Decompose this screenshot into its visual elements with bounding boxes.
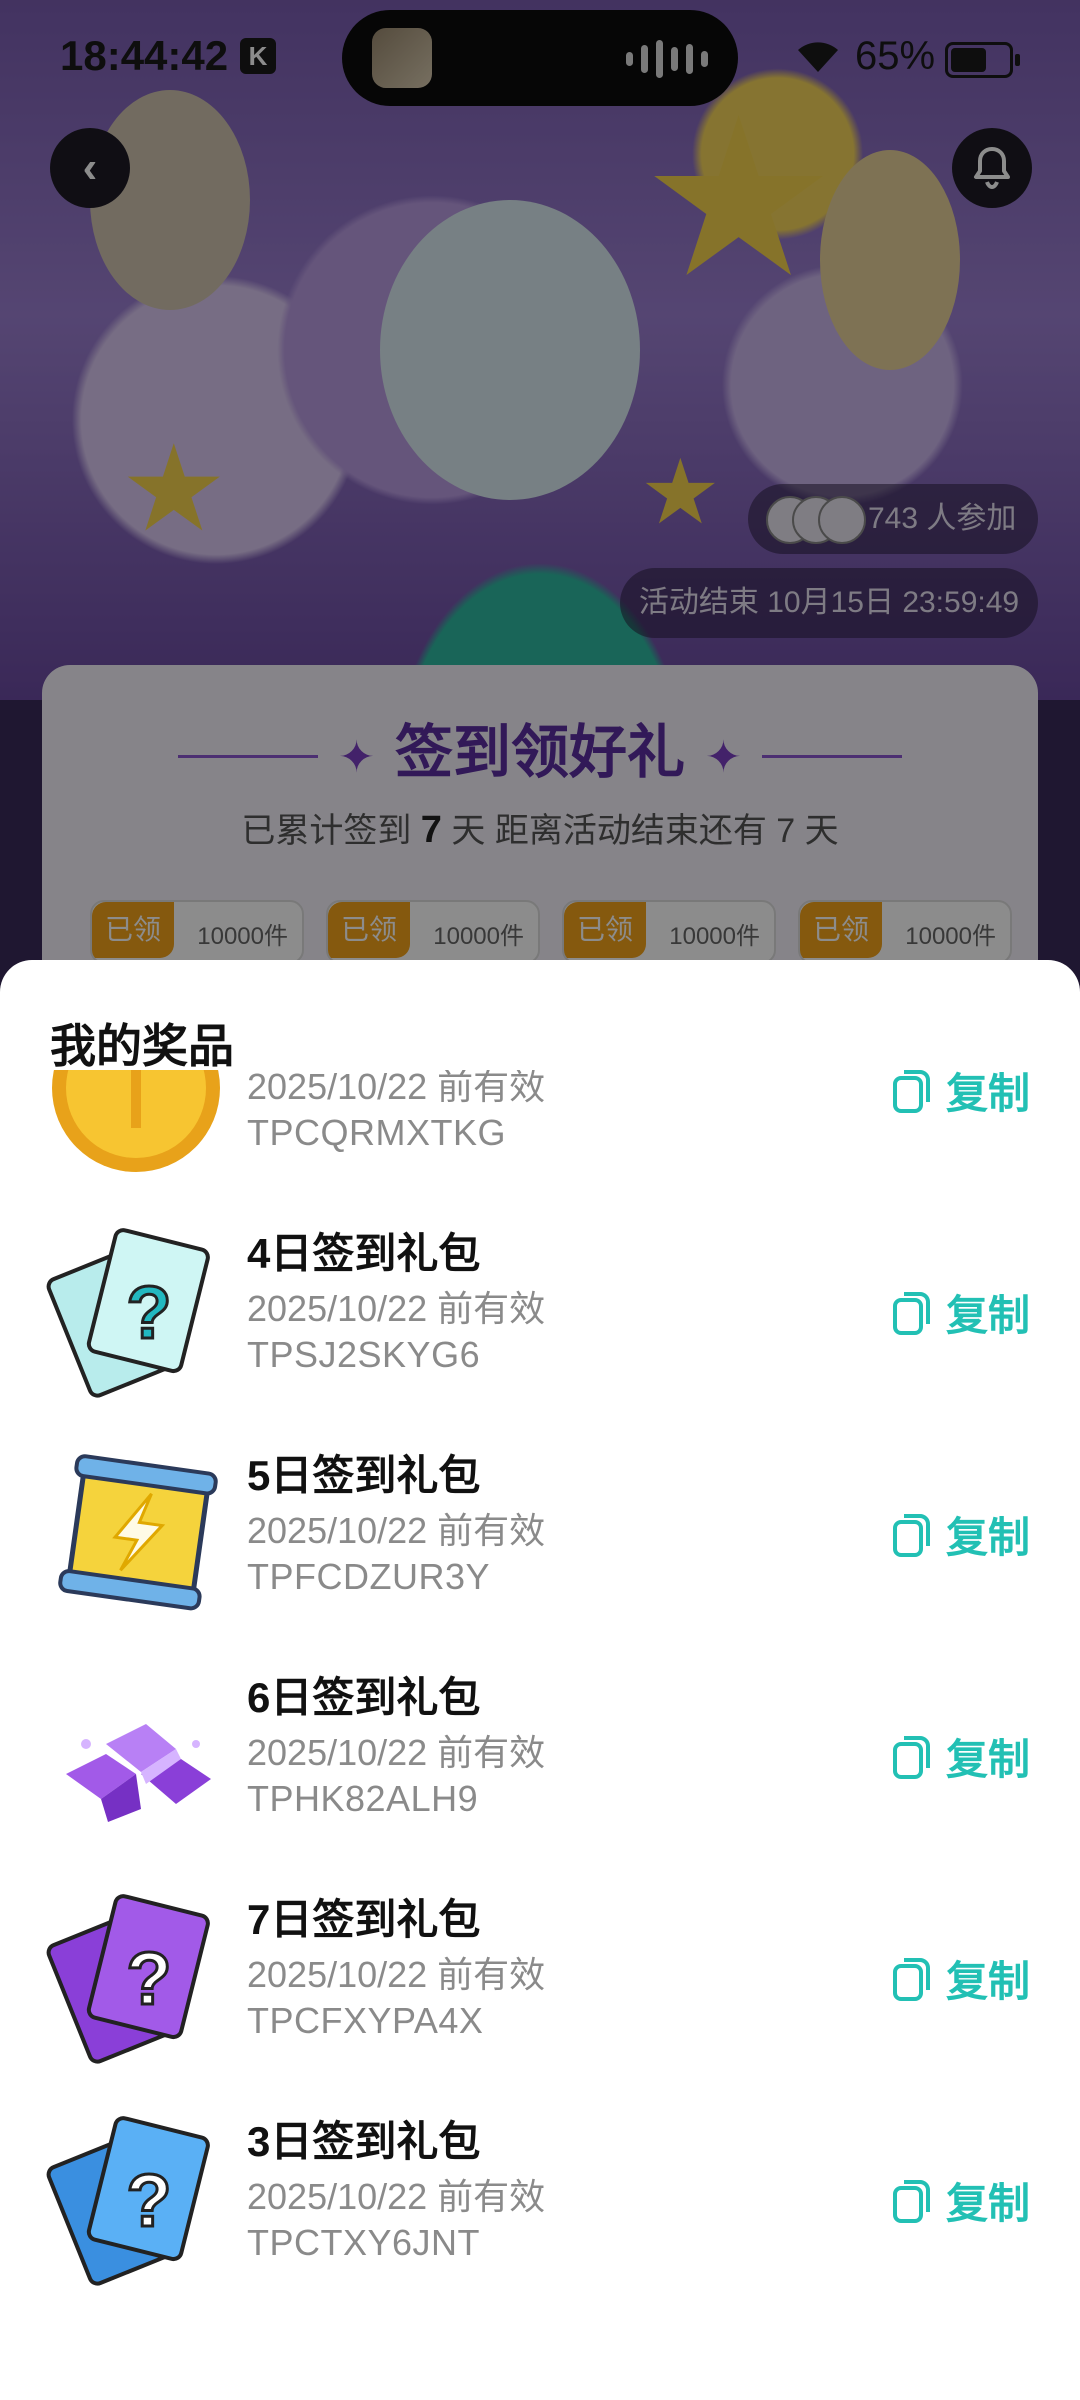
copy-icon — [892, 2180, 930, 2223]
mystery-card-purple-icon: ? — [46, 1894, 210, 2064]
prize-validity: 2025/10/22 前有效 — [247, 2176, 546, 2217]
prize-code: TPSJ2SKYG6 — [247, 1334, 481, 1375]
prize-name: 7日签到礼包 — [247, 1896, 481, 1943]
lightning-scroll-icon — [58, 1454, 218, 1611]
prize-validity: 2025/10/22 前有效 — [247, 1732, 546, 1773]
prize-item: 5日签到礼包 2025/10/22 前有效 TPFCDZUR3Y 复制 — [0, 1424, 1080, 1646]
prize-validity: 2025/10/22 前有效 — [247, 1954, 546, 1995]
prize-item: 6日签到礼包 2025/10/22 前有效 TPHK82ALH9 复制 — [0, 1646, 1080, 1868]
prize-code: TPCQRMXTKG — [247, 1112, 507, 1153]
mystery-card-blue-icon: ? — [46, 2116, 210, 2286]
prize-list[interactable]: 2025/10/22 前有效 TPCQRMXTKG 复制 ? 4日签到礼包 20… — [0, 1070, 1080, 2400]
prize-code: TPFCDZUR3Y — [247, 1556, 491, 1597]
prize-item: ? 4日签到礼包 2025/10/22 前有效 TPSJ2SKYG6 复制 — [0, 1202, 1080, 1424]
prize-code: TPHK82ALH9 — [247, 1778, 479, 1819]
prize-name: 6日签到礼包 — [247, 1674, 481, 1721]
prize-validity: 2025/10/22 前有效 — [247, 1288, 546, 1329]
prize-name: 4日签到礼包 — [247, 1230, 481, 1277]
prize-code: TPCFXYPA4X — [247, 2000, 484, 2041]
copy-label: 复制 — [945, 2179, 1030, 2227]
mystery-card-cyan-icon: ? — [46, 1228, 210, 1398]
copy-label: 复制 — [945, 1291, 1030, 1339]
prize-validity: 2025/10/22 前有效 — [247, 1510, 546, 1551]
prize-item: ? 3日签到礼包 2025/10/22 前有效 TPCTXY6JNT 复制 — [0, 2090, 1080, 2312]
svg-text:?: ? — [126, 1271, 171, 1354]
purple-crystals-icon — [66, 1724, 211, 1822]
svg-text:?: ? — [126, 1937, 171, 2020]
copy-icon — [892, 1736, 930, 1779]
copy-button[interactable]: 复制 — [892, 1948, 1030, 2008]
copy-button[interactable]: 复制 — [892, 1070, 1030, 1120]
prize-name: 5日签到礼包 — [247, 1452, 481, 1499]
prize-item: 2025/10/22 前有效 TPCQRMXTKG 复制 — [0, 1070, 1080, 1202]
copy-label: 复制 — [945, 1070, 1030, 1117]
copy-icon — [892, 1070, 930, 1113]
copy-label: 复制 — [945, 1957, 1030, 2005]
copy-label: 复制 — [945, 1513, 1030, 1561]
copy-icon — [892, 1292, 930, 1335]
prize-name: 3日签到礼包 — [247, 2118, 481, 2165]
my-prizes-sheet: 我的奖品 2025/10/22 前有效 TPCQRMXTKG 复制 ? 4日签到… — [0, 960, 1080, 2400]
copy-button[interactable]: 复制 — [892, 1726, 1030, 1786]
gold-coin-icon — [52, 1070, 220, 1172]
copy-icon — [892, 1514, 930, 1557]
prize-item: ? 7日签到礼包 2025/10/22 前有效 TPCFXYPA4X 复制 — [0, 1868, 1080, 2090]
svg-text:?: ? — [126, 2159, 171, 2242]
copy-icon — [892, 1958, 930, 2001]
sheet-title: 我的奖品 — [50, 1020, 234, 1072]
copy-button[interactable]: 复制 — [892, 2170, 1030, 2230]
copy-button[interactable]: 复制 — [892, 1504, 1030, 1564]
copy-button[interactable]: 复制 — [892, 1282, 1030, 1342]
prize-validity: 2025/10/22 前有效 — [247, 1070, 546, 1107]
prize-code: TPCTXY6JNT — [247, 2222, 481, 2263]
copy-label: 复制 — [945, 1735, 1030, 1783]
